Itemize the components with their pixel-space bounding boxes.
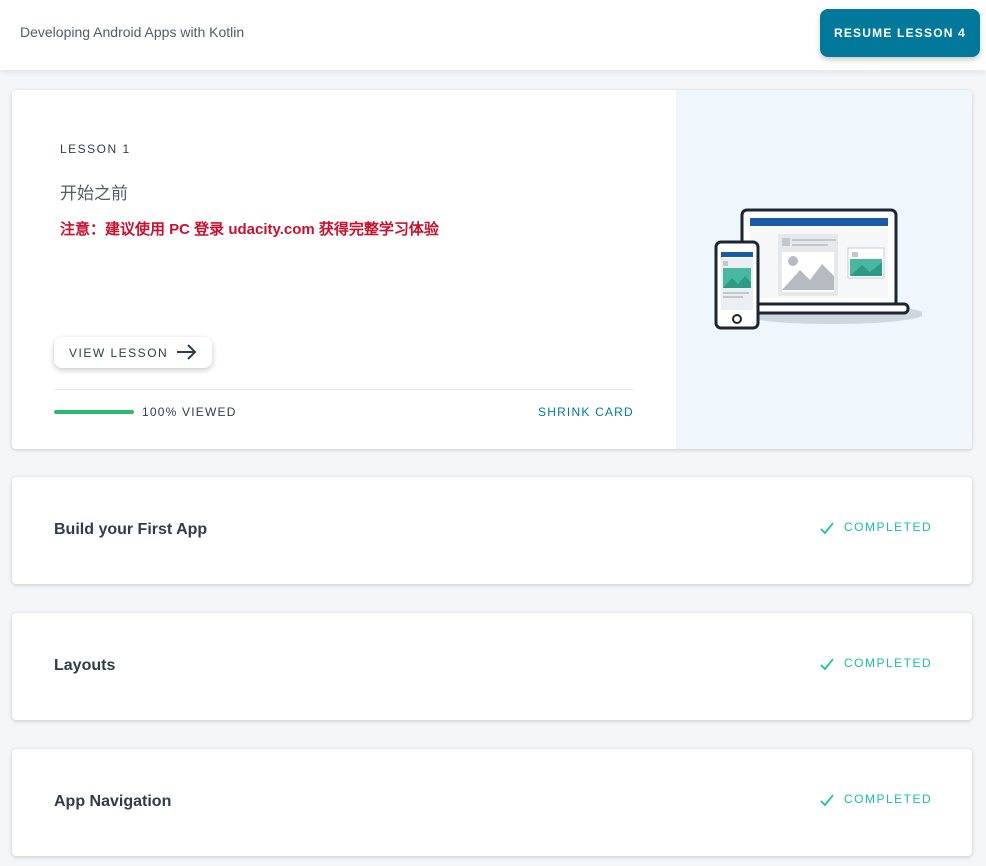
lesson-info-panel: LESSON 1 开始之前 注意：建议使用 PC 登录 udacity.com … — [12, 90, 676, 449]
lesson-status: COMPLETED — [820, 792, 933, 807]
view-lesson-label: VIEW LESSON — [69, 345, 169, 360]
lesson-title: 开始之前 — [60, 184, 128, 203]
course-title: Developing Android Apps with Kotlin — [20, 24, 245, 40]
progress-bar — [54, 410, 134, 414]
lesson-status: COMPLETED — [820, 656, 933, 671]
lesson-card-title: Build your First App — [54, 521, 208, 538]
lesson-card[interactable]: Layouts COMPLETED — [12, 613, 972, 720]
lesson-number-label: LESSON 1 — [60, 142, 131, 156]
checkmark-icon — [820, 794, 834, 807]
arrow-right-icon — [177, 344, 197, 360]
current-lesson-card: LESSON 1 开始之前 注意：建议使用 PC 登录 udacity.com … — [12, 90, 972, 449]
lesson-status: COMPLETED — [820, 520, 933, 535]
lesson-card[interactable]: App Navigation COMPLETED — [12, 749, 972, 856]
lesson-card-title: App Navigation — [54, 793, 172, 810]
lesson-status-text: COMPLETED — [844, 656, 933, 670]
lesson-status-text: COMPLETED — [844, 792, 933, 806]
resume-lesson-button[interactable]: RESUME LESSON 4 — [820, 9, 980, 57]
checkmark-icon — [820, 658, 834, 671]
card-divider — [54, 389, 634, 390]
lesson-status-text: COMPLETED — [844, 520, 933, 534]
progress-text: 100% VIEWED — [142, 405, 237, 419]
devices-illustration — [714, 208, 922, 330]
checkmark-icon — [820, 522, 834, 535]
view-lesson-button[interactable]: VIEW LESSON — [54, 337, 212, 368]
top-header: Developing Android Apps with Kotlin RESU… — [0, 0, 986, 70]
lesson-illustration-panel — [676, 90, 972, 449]
lesson-card-title: Layouts — [54, 657, 116, 674]
shrink-card-link[interactable]: SHRINK CARD — [538, 405, 634, 419]
lesson-notice: 注意：建议使用 PC 登录 udacity.com 获得完整学习体验 — [60, 221, 439, 238]
lesson-card[interactable]: Build your First App COMPLETED — [12, 477, 972, 584]
progress-bar-fill — [54, 410, 134, 414]
